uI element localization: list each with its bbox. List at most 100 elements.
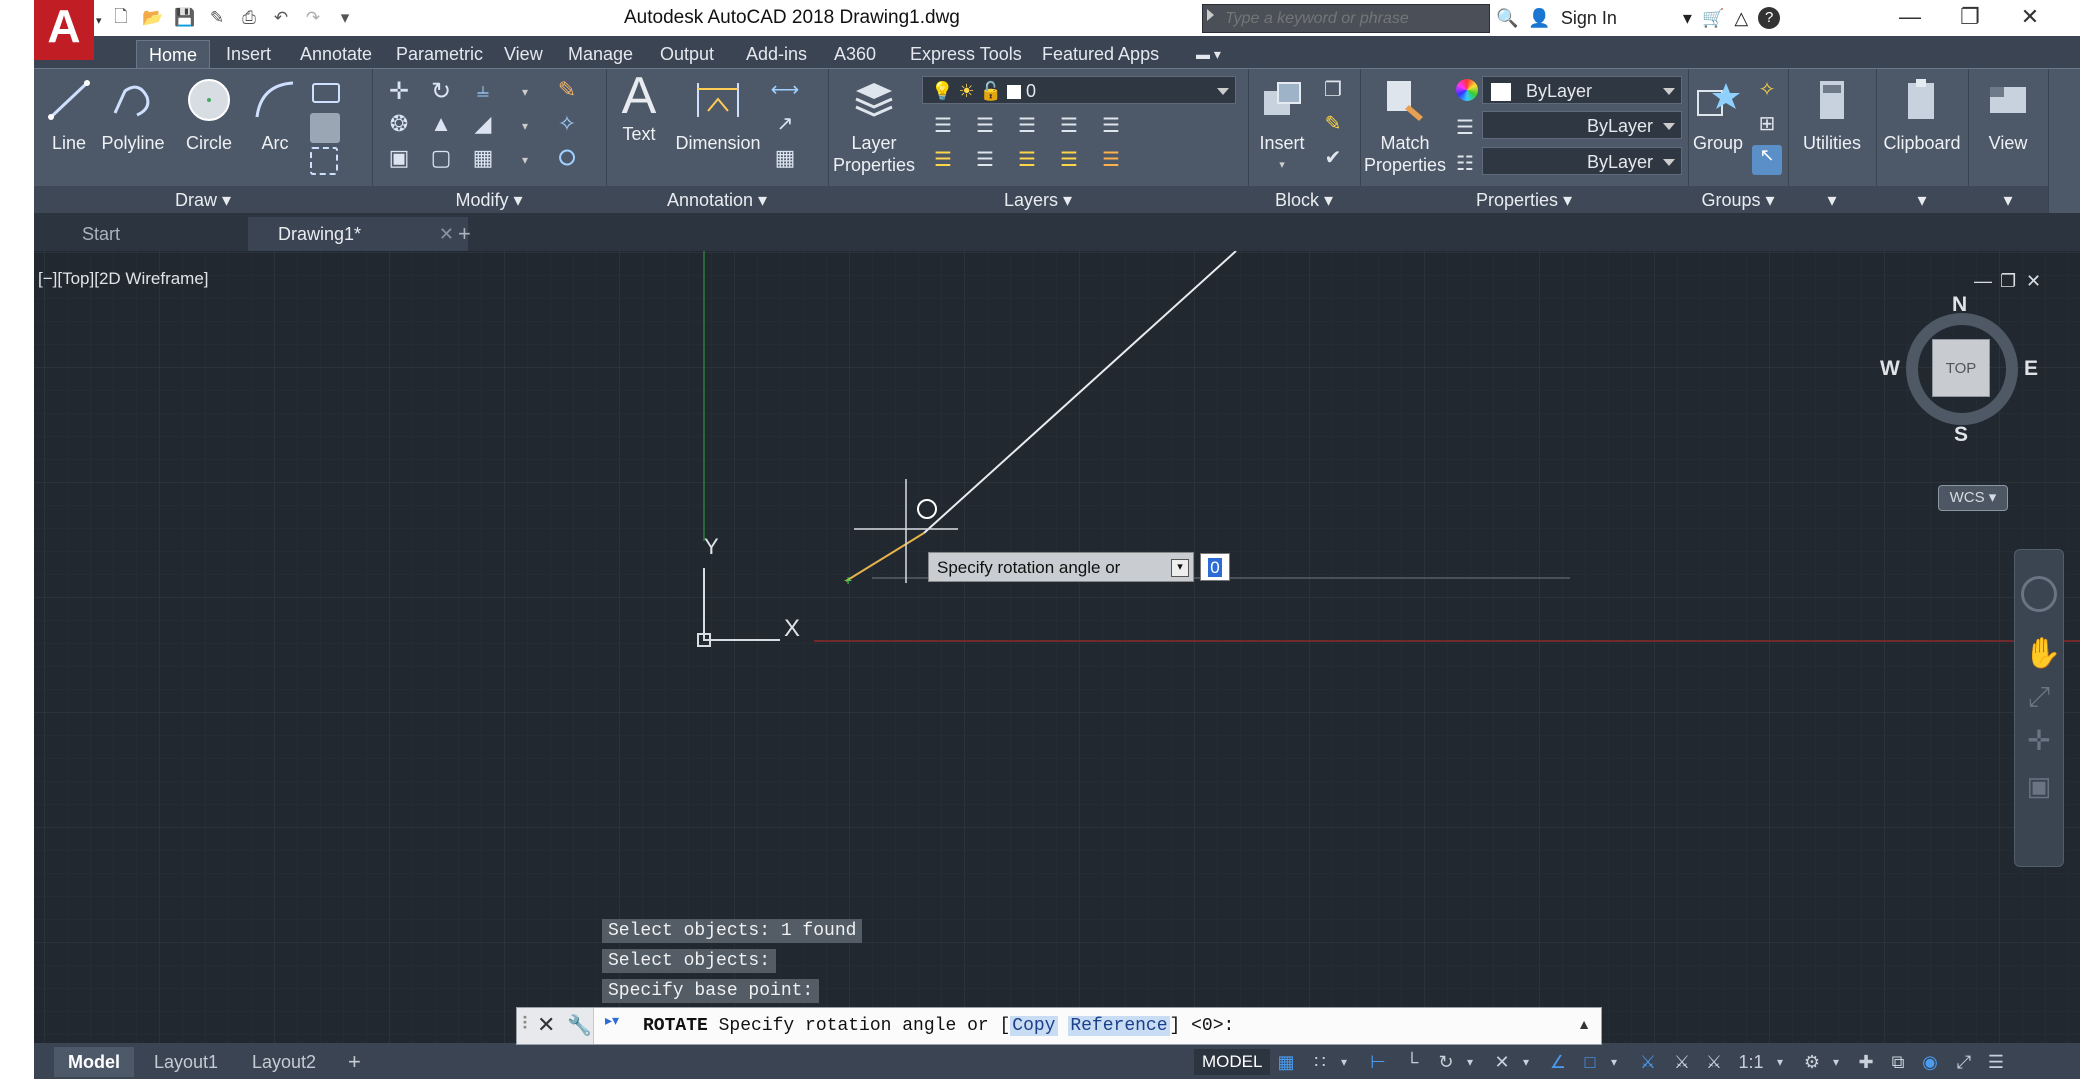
line-button[interactable]: Line: [42, 77, 96, 154]
customization-menu-icon[interactable]: ☰: [1984, 1050, 2008, 1074]
explode-icon[interactable]: ✧: [552, 111, 582, 141]
dimension-button[interactable]: Dimension: [672, 77, 764, 154]
mirror-icon[interactable]: ▲: [426, 111, 456, 141]
compass-east[interactable]: E: [2024, 357, 2038, 381]
layer-unlock-icon[interactable]: ☰: [1096, 147, 1126, 177]
block-attributes-icon[interactable]: ✔: [1318, 145, 1348, 175]
fillet-icon[interactable]: ◢: [468, 111, 498, 141]
arc-button[interactable]: Arc: [248, 77, 302, 154]
viewport-restore-icon[interactable]: ❐: [2000, 271, 2016, 292]
insert-button[interactable]: Insert ▾: [1252, 77, 1312, 176]
zoom-extents-icon[interactable]: ⤢: [2024, 681, 2054, 714]
copy-option[interactable]: Copy: [1010, 1016, 1058, 1036]
grid-display-icon[interactable]: ▦: [1274, 1050, 1298, 1074]
compass-west[interactable]: W: [1880, 357, 1900, 381]
compass-south[interactable]: S: [1954, 423, 1968, 447]
fillet-dropdown-icon[interactable]: ▾: [510, 111, 540, 141]
layer-thaw-icon[interactable]: ☰: [1012, 147, 1042, 177]
tab-output[interactable]: Output: [648, 40, 726, 68]
group-selection-icon[interactable]: ↖: [1752, 145, 1782, 175]
move-icon[interactable]: ✛: [384, 77, 414, 107]
isometric-drafting-icon[interactable]: ✕: [1490, 1050, 1514, 1074]
region-icon[interactable]: [310, 147, 338, 175]
command-prompt-icon[interactable]: ▸▾: [605, 1012, 619, 1029]
groups-panel-title[interactable]: Groups ▾: [1688, 186, 1788, 214]
restore-button[interactable]: ❐: [1940, 0, 2000, 36]
scale-dropdown-icon[interactable]: ▾: [1768, 1050, 1792, 1074]
tab-annotate[interactable]: Annotate: [288, 40, 384, 68]
viewport-minimize-icon[interactable]: —: [1974, 271, 1992, 292]
sign-in-dropdown-icon[interactable]: ▾: [1683, 8, 1692, 29]
layout-tab-layout1[interactable]: Layout1: [140, 1047, 232, 1077]
tab-express-tools[interactable]: Express Tools: [898, 40, 1034, 68]
tab-a360[interactable]: A360: [822, 40, 888, 68]
viewport-close-icon[interactable]: ✕: [2026, 271, 2041, 292]
close-button[interactable]: ✕: [2000, 0, 2060, 36]
annotation-visibility-icon[interactable]: ⚔: [1636, 1050, 1660, 1074]
group-edit-icon[interactable]: ⊞: [1752, 111, 1782, 141]
ortho-mode-icon[interactable]: └: [1400, 1050, 1424, 1074]
trim-icon[interactable]: ⫨: [468, 77, 498, 107]
view-panel-expand[interactable]: ▾: [1968, 186, 2048, 214]
linetype-dropdown[interactable]: ByLayer: [1482, 111, 1682, 139]
showmotion-icon[interactable]: ▣: [2024, 771, 2054, 802]
compass-north[interactable]: N: [1952, 293, 1967, 317]
utilities-panel-expand[interactable]: ▾: [1788, 186, 1876, 214]
reference-option[interactable]: Reference: [1068, 1016, 1170, 1036]
search-box[interactable]: [1202, 4, 1490, 33]
cart-icon[interactable]: 🛒: [1702, 8, 1724, 29]
application-menu-logo[interactable]: A: [34, 0, 94, 60]
layer-dropdown[interactable]: 💡 ☀ 🔓 0: [922, 76, 1236, 104]
polar-dropdown-icon[interactable]: ▾: [1458, 1050, 1482, 1074]
layout-tab-layout2[interactable]: Layout2: [238, 1047, 330, 1077]
ungroup-icon[interactable]: ✧: [1752, 77, 1782, 107]
sign-in-button[interactable]: Sign In: [1561, 8, 1617, 29]
layers-panel-title[interactable]: Layers ▾: [828, 186, 1248, 214]
draw-panel-title[interactable]: Draw ▾: [34, 186, 372, 214]
snap-dropdown-icon[interactable]: ▾: [1332, 1050, 1356, 1074]
object-snap-icon[interactable]: □: [1578, 1050, 1602, 1074]
array-dropdown-icon[interactable]: ▾: [510, 145, 540, 175]
command-line[interactable]: ⠇ ✕ 🔧 ▸▾ ROTATE Specify rotation angle o…: [516, 1007, 1602, 1045]
tab-add-ins[interactable]: Add-ins: [734, 40, 819, 68]
undo-icon[interactable]: ↶: [268, 6, 294, 30]
workspace-dropdown-icon[interactable]: ▾: [1824, 1050, 1848, 1074]
circle-button[interactable]: Circle: [174, 77, 244, 154]
add-layout-button[interactable]: +: [334, 1047, 375, 1077]
new-file-icon[interactable]: 🗋: [108, 6, 134, 30]
command-line-grip-icon[interactable]: ⠇: [521, 1014, 534, 1035]
rectangle-icon[interactable]: [312, 83, 340, 103]
quick-properties-icon[interactable]: ⧉: [1886, 1050, 1910, 1074]
group-button[interactable]: Group: [1690, 77, 1746, 154]
tab-insert[interactable]: Insert: [214, 40, 283, 68]
block-panel-title[interactable]: Block ▾: [1248, 186, 1360, 214]
qat-dropdown-icon[interactable]: ▾: [332, 6, 358, 30]
dynamic-input-options-icon[interactable]: ▾: [1171, 559, 1189, 577]
save-as-icon[interactable]: ✎: [204, 6, 230, 30]
print-icon[interactable]: ⎙: [236, 6, 262, 30]
tab-home[interactable]: Home: [136, 40, 211, 69]
layer-previous-icon[interactable]: ☰: [1096, 113, 1126, 143]
properties-panel-title[interactable]: Properties ▾: [1360, 186, 1688, 214]
tab-view[interactable]: View: [492, 40, 555, 68]
minimize-button[interactable]: —: [1880, 0, 1940, 36]
application-menu-arrow-icon[interactable]: ▾: [96, 14, 102, 27]
clean-screen-icon[interactable]: ⤢: [1952, 1050, 1976, 1074]
workspace-switching-icon[interactable]: ⚙: [1800, 1050, 1824, 1074]
isometric-dropdown-icon[interactable]: ▾: [1514, 1050, 1538, 1074]
layer-properties-button[interactable]: Layer Properties: [832, 77, 916, 176]
help-icon[interactable]: ?: [1758, 7, 1781, 29]
match-properties-button[interactable]: Match Properties: [1362, 77, 1448, 176]
erase-icon[interactable]: ✎: [552, 77, 582, 107]
tab-manage[interactable]: Manage: [556, 40, 645, 68]
stretch-icon[interactable]: ▣: [384, 145, 414, 175]
view-button[interactable]: View: [1972, 77, 2044, 154]
viewcube-top-face[interactable]: TOP: [1932, 339, 1990, 397]
open-file-icon[interactable]: 📂: [140, 6, 166, 30]
lineweight-dropdown[interactable]: ByLayer: [1482, 147, 1682, 175]
polyline-button[interactable]: Polyline: [98, 77, 168, 154]
infer-constraints-icon[interactable]: ⊢: [1366, 1050, 1390, 1074]
annotation-scale-icon[interactable]: ⚔: [1702, 1050, 1726, 1074]
modify-panel-title[interactable]: Modify ▾: [372, 186, 606, 214]
tab-parametric[interactable]: Parametric: [384, 40, 495, 68]
